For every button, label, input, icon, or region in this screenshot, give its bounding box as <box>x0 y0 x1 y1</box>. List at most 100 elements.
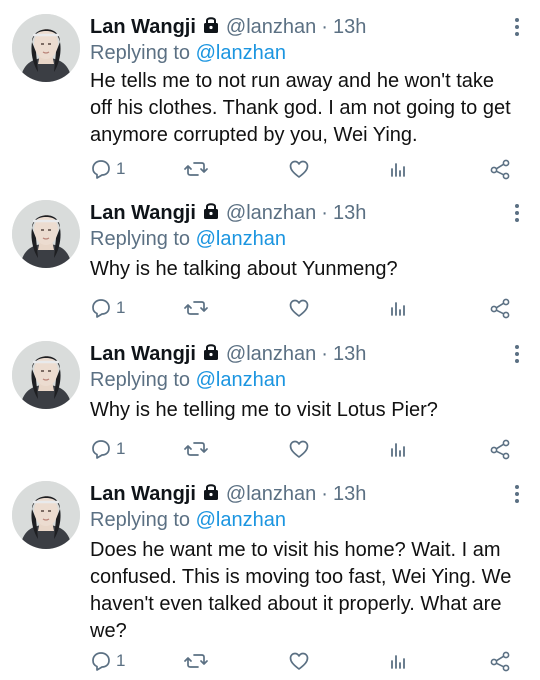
more-options-icon[interactable] <box>514 485 520 505</box>
separator-dot: · <box>321 15 328 38</box>
avatar[interactable] <box>12 200 80 268</box>
reply-icon <box>90 650 112 672</box>
retweet-icon <box>184 438 208 460</box>
action-bar: 1 <box>90 157 520 181</box>
replying-to-label: Replying to <box>90 228 191 250</box>
lock-icon <box>202 482 220 507</box>
analytics-button[interactable] <box>388 157 408 181</box>
like-button[interactable] <box>288 157 310 181</box>
action-bar: 1 <box>90 649 520 673</box>
avatar[interactable] <box>12 14 80 82</box>
share-icon <box>488 438 512 460</box>
share-button[interactable] <box>488 649 512 673</box>
replying-to-label: Replying to <box>90 42 191 64</box>
more-options-icon[interactable] <box>514 18 520 38</box>
display-name[interactable]: Lan Wangji <box>90 483 196 506</box>
reply-button[interactable]: 1 <box>90 157 125 181</box>
avatar[interactable] <box>12 341 80 409</box>
tweet[interactable]: Lan Wangji @lanzhan · 13h Replying to @l… <box>0 200 540 326</box>
reply-mention-link[interactable]: @lanzhan <box>196 228 286 250</box>
tweet-header: Lan Wangji @lanzhan · 13h <box>90 14 366 40</box>
like-button[interactable] <box>288 649 310 673</box>
reply-icon <box>90 158 112 180</box>
retweet-button[interactable] <box>184 437 208 461</box>
retweet-icon <box>184 297 208 319</box>
display-name[interactable]: Lan Wangji <box>90 343 196 366</box>
replying-to: Replying to @lanzhan <box>90 42 286 65</box>
action-bar: 1 <box>90 437 520 461</box>
reply-mention-link[interactable]: @lanzhan <box>196 42 286 64</box>
timestamp[interactable]: 13h <box>333 16 366 39</box>
analytics-icon <box>388 438 408 460</box>
separator-dot: · <box>321 482 328 505</box>
separator-dot: · <box>321 201 328 224</box>
share-button[interactable] <box>488 437 512 461</box>
lock-icon <box>202 15 220 40</box>
more-options-icon[interactable] <box>514 345 520 365</box>
replying-to-label: Replying to <box>90 509 191 531</box>
avatar-image <box>12 200 80 268</box>
heart-icon <box>288 650 310 672</box>
analytics-icon <box>388 297 408 319</box>
reply-count: 1 <box>116 439 126 458</box>
share-icon <box>488 297 512 319</box>
retweet-button[interactable] <box>184 296 208 320</box>
reply-mention-link[interactable]: @lanzhan <box>196 369 286 391</box>
handle[interactable]: @lanzhan <box>226 202 316 225</box>
tweet[interactable]: Lan Wangji @lanzhan · 13h Replying to @l… <box>0 341 540 467</box>
heart-icon <box>288 158 310 180</box>
reply-count: 1 <box>116 298 126 317</box>
replying-to: Replying to @lanzhan <box>90 509 286 532</box>
tweet-header: Lan Wangji @lanzhan · 13h <box>90 341 366 367</box>
action-bar: 1 <box>90 296 520 320</box>
display-name[interactable]: Lan Wangji <box>90 16 196 39</box>
separator-dot: · <box>321 342 328 365</box>
tweet[interactable]: Lan Wangji @lanzhan · 13h Replying to @l… <box>0 481 540 679</box>
tweet-header: Lan Wangji @lanzhan · 13h <box>90 481 366 507</box>
tweet-text: Does he want me to visit his home? Wait.… <box>90 539 512 642</box>
replying-to: Replying to @lanzhan <box>90 369 286 392</box>
handle[interactable]: @lanzhan <box>226 343 316 366</box>
share-icon <box>488 158 512 180</box>
share-button[interactable] <box>488 157 512 181</box>
tweet-text: Why is he talking about Yunmeng? <box>90 258 398 280</box>
analytics-icon <box>388 158 408 180</box>
timestamp[interactable]: 13h <box>333 343 366 366</box>
handle[interactable]: @lanzhan <box>226 16 316 39</box>
like-button[interactable] <box>288 437 310 461</box>
tweet-text: He tells me to not run away and he won't… <box>90 70 511 146</box>
retweet-button[interactable] <box>184 157 208 181</box>
share-button[interactable] <box>488 296 512 320</box>
tweet-header: Lan Wangji @lanzhan · 13h <box>90 200 366 226</box>
reply-button[interactable]: 1 <box>90 437 125 461</box>
like-button[interactable] <box>288 296 310 320</box>
avatar-image <box>12 481 80 549</box>
handle[interactable]: @lanzhan <box>226 483 316 506</box>
reply-button[interactable]: 1 <box>90 649 125 673</box>
heart-icon <box>288 297 310 319</box>
analytics-button[interactable] <box>388 296 408 320</box>
retweet-icon <box>184 650 208 672</box>
timestamp[interactable]: 13h <box>333 202 366 225</box>
analytics-icon <box>388 650 408 672</box>
reply-count: 1 <box>116 159 126 178</box>
timestamp[interactable]: 13h <box>333 483 366 506</box>
reply-button[interactable]: 1 <box>90 296 125 320</box>
more-options-icon[interactable] <box>514 204 520 224</box>
replying-to: Replying to @lanzhan <box>90 228 286 251</box>
analytics-button[interactable] <box>388 437 408 461</box>
analytics-button[interactable] <box>388 649 408 673</box>
tweet-text: Why is he telling me to visit Lotus Pier… <box>90 399 438 421</box>
lock-icon <box>202 201 220 226</box>
avatar-image <box>12 341 80 409</box>
retweet-button[interactable] <box>184 649 208 673</box>
reply-mention-link[interactable]: @lanzhan <box>196 509 286 531</box>
reply-icon <box>90 297 112 319</box>
lock-icon <box>202 342 220 367</box>
retweet-icon <box>184 158 208 180</box>
avatar-image <box>12 14 80 82</box>
display-name[interactable]: Lan Wangji <box>90 202 196 225</box>
heart-icon <box>288 438 310 460</box>
tweet[interactable]: Lan Wangji @lanzhan · 13h Replying to @l… <box>0 14 540 187</box>
avatar[interactable] <box>12 481 80 549</box>
